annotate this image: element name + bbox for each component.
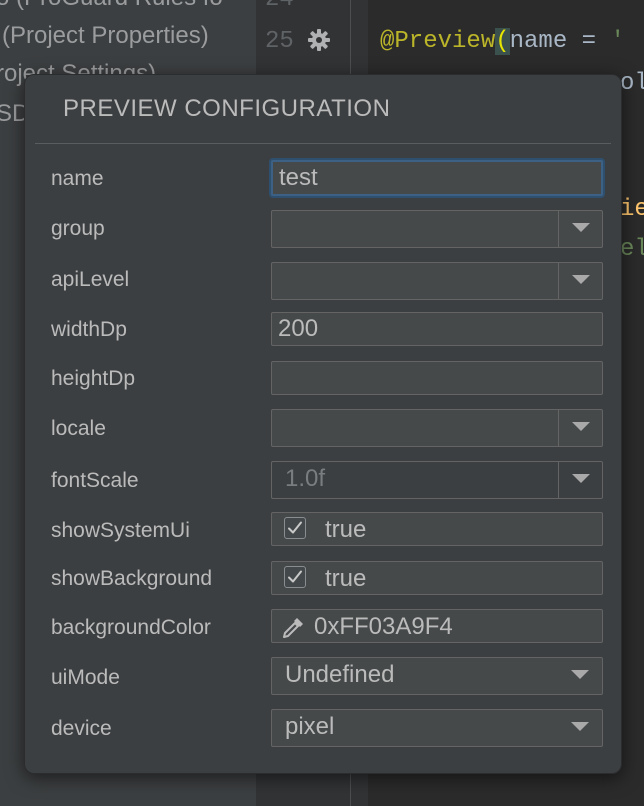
- group-combobox[interactable]: [271, 210, 603, 248]
- backgroundcolor-value: 0xFF03A9F4: [314, 613, 453, 640]
- annotation-token: @Preview: [380, 28, 496, 55]
- name-field[interactable]: test: [271, 160, 603, 196]
- apilevel-combobox[interactable]: [271, 262, 603, 300]
- project-tree-item[interactable]: o (ProGuard Rules fo: [0, 0, 223, 12]
- uimode-label: uiMode: [51, 666, 120, 689]
- chevron-down-icon: [571, 670, 589, 679]
- uimode-dropdown-button[interactable]: [558, 658, 602, 694]
- device-value: pixel: [285, 713, 335, 740]
- backgroundcolor-field[interactable]: 0xFF03A9F4: [271, 609, 603, 643]
- gear-icon[interactable]: [305, 26, 333, 54]
- chevron-down-icon: [571, 722, 589, 731]
- showsystemui-field: true: [271, 512, 603, 546]
- project-tree-item[interactable]: (Project Properties): [2, 22, 209, 50]
- identifier-token: name =: [509, 28, 611, 55]
- fontscale-label: fontScale: [51, 469, 139, 492]
- chevron-down-icon: [572, 422, 590, 431]
- string-token: ': [610, 28, 625, 55]
- chevron-down-icon: [572, 474, 590, 483]
- showsystemui-value: true: [325, 516, 367, 543]
- device-combobox[interactable]: pixel: [271, 709, 603, 747]
- name-field-value: test: [279, 164, 318, 191]
- showbackground-field: true: [271, 561, 603, 595]
- line-number: 25: [265, 28, 294, 55]
- uimode-value: Undefined: [285, 661, 395, 688]
- checkmark-icon: [288, 570, 302, 583]
- showbackground-label: showBackground: [51, 567, 213, 590]
- group-dropdown-button[interactable]: [558, 211, 602, 247]
- locale-dropdown-button[interactable]: [558, 410, 602, 446]
- chevron-down-icon: [572, 223, 590, 232]
- eyedropper-icon[interactable]: [280, 615, 306, 646]
- code-line[interactable]: @Preview(name = ': [380, 28, 625, 55]
- device-label: device: [51, 717, 112, 740]
- group-label: group: [51, 217, 105, 240]
- backgroundcolor-label: backgroundColor: [51, 616, 211, 639]
- heightdp-field[interactable]: [271, 361, 603, 395]
- ide-window: o (ProGuard Rules fo (Project Properties…: [0, 0, 644, 806]
- showbackground-checkbox[interactable]: [284, 566, 306, 588]
- apilevel-dropdown-button[interactable]: [558, 263, 602, 299]
- preview-configuration-popup: PREVIEW CONFIGURATION name test group ap…: [24, 74, 622, 774]
- chevron-down-icon: [572, 275, 590, 284]
- code-line[interactable]: ie: [620, 196, 644, 223]
- code-line[interactable]: el: [620, 236, 644, 263]
- fontscale-dropdown-button[interactable]: [558, 462, 602, 498]
- paren-token: (: [495, 28, 510, 55]
- showsystemui-checkbox[interactable]: [284, 517, 306, 539]
- showbackground-value: true: [325, 565, 367, 592]
- device-dropdown-button[interactable]: [558, 710, 602, 746]
- fontscale-value: 1.0f: [285, 465, 326, 492]
- name-label: name: [51, 167, 104, 190]
- popup-title: PREVIEW CONFIGURATION: [63, 95, 391, 122]
- locale-label: locale: [51, 417, 106, 440]
- fontscale-combobox[interactable]: 1.0f: [271, 461, 603, 499]
- widthdp-label: widthDp: [51, 318, 127, 341]
- showsystemui-label: showSystemUi: [51, 519, 190, 542]
- widthdp-field[interactable]: 200: [271, 312, 603, 346]
- code-line[interactable]: ol: [620, 70, 644, 97]
- widthdp-value: 200: [278, 315, 319, 342]
- divider: [35, 143, 611, 144]
- locale-combobox[interactable]: [271, 409, 603, 447]
- checkmark-icon: [288, 521, 302, 534]
- apilevel-label: apiLevel: [51, 268, 130, 291]
- line-number: 24: [265, 0, 294, 13]
- uimode-combobox[interactable]: Undefined: [271, 657, 603, 695]
- heightdp-label: heightDp: [51, 367, 136, 390]
